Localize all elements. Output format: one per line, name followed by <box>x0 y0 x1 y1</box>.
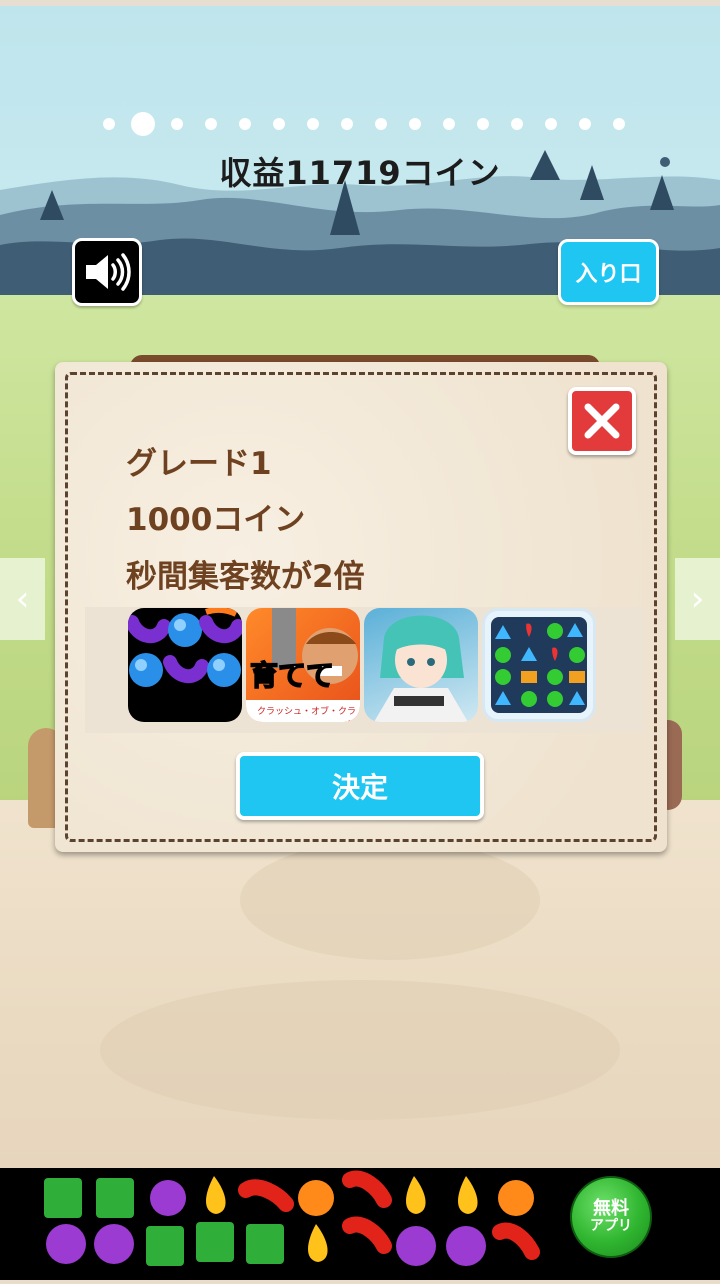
page-dot <box>103 118 115 130</box>
page-dot <box>477 118 489 130</box>
prev-page-button[interactable]: ‹ <box>0 558 45 640</box>
close-button[interactable] <box>568 387 636 455</box>
grade-label: グレード1 <box>126 446 272 482</box>
badge-line2: アプリ <box>590 1218 632 1235</box>
page-dot <box>545 118 557 130</box>
chevron-right-icon: › <box>690 579 705 619</box>
jewel-grid-art <box>491 617 587 713</box>
clash-of-clans-app-icon[interactable]: 育てて クラッシュ・オブ・クラン <box>246 608 360 722</box>
anime-girl-art <box>374 615 468 722</box>
candy-banner-art <box>44 1170 540 1266</box>
entrance-button[interactable]: 入り口 <box>558 239 659 305</box>
confirm-button[interactable]: 決定 <box>236 752 484 820</box>
next-page-button[interactable]: › <box>675 558 720 640</box>
effect-label: 秒間集客数が2倍 <box>126 559 365 595</box>
candy-puzzle-art <box>128 608 242 687</box>
page-dot-active <box>131 112 155 136</box>
page-dot <box>613 118 625 130</box>
ad-subcaption: クラッシュ・オブ・クラン <box>256 707 356 722</box>
candy-puzzle-app-icon[interactable] <box>128 608 242 722</box>
chevron-left-icon: ‹ <box>15 579 30 619</box>
page-dot <box>171 118 183 130</box>
page-dot <box>341 118 353 130</box>
page-dot <box>307 118 319 130</box>
page-dot <box>443 118 455 130</box>
ad-caption: 育てて <box>249 658 335 693</box>
badge-line1: 無料 <box>593 1198 629 1220</box>
page-dot <box>239 118 251 130</box>
page-dot <box>205 118 217 130</box>
jewel-match-app-icon[interactable] <box>482 608 596 722</box>
sound-toggle-button[interactable] <box>72 238 142 306</box>
income-text: 収益11719コイン <box>219 154 501 192</box>
dirt-ground <box>0 800 720 1170</box>
close-icon <box>584 403 620 439</box>
free-app-badge[interactable]: 無料 アプリ <box>570 1176 652 1258</box>
page-dot <box>579 118 591 130</box>
page-dot <box>409 118 421 130</box>
page-indicator <box>0 112 720 136</box>
cost-label: 1000コイン <box>126 502 306 538</box>
anime-girl-app-icon[interactable] <box>364 608 478 722</box>
page-dot <box>375 118 387 130</box>
page-dot <box>511 118 523 130</box>
page-dot <box>273 118 285 130</box>
speaker-icon <box>86 253 131 291</box>
